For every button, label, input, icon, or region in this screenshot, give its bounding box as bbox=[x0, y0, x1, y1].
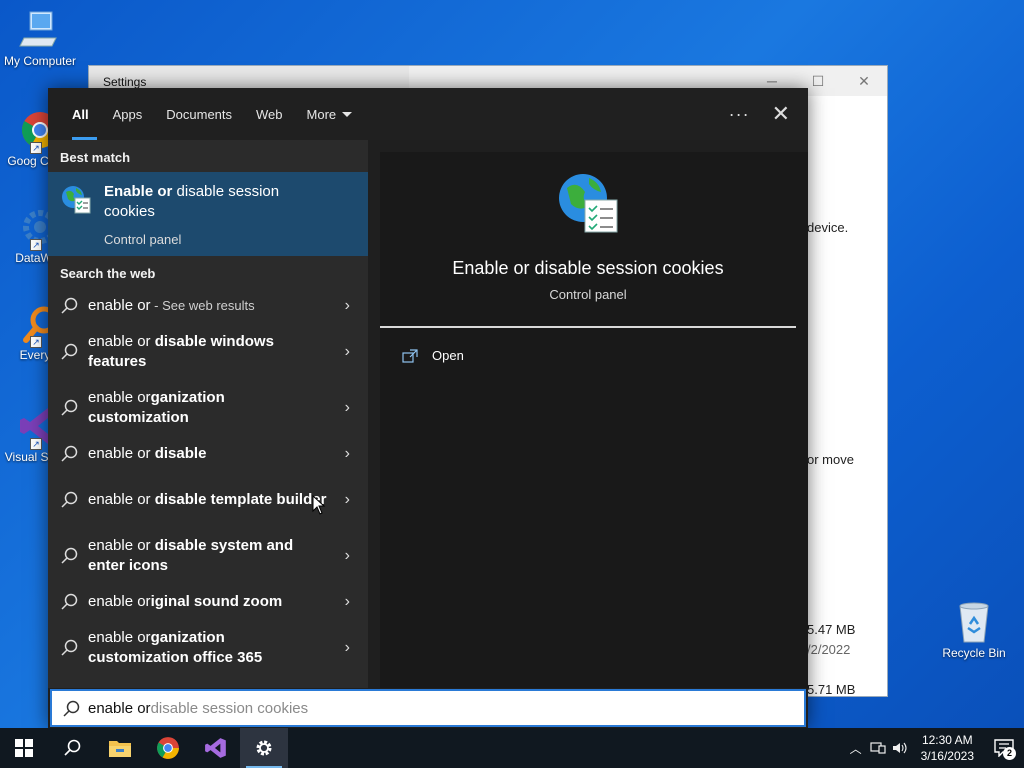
taskbar-search-button[interactable] bbox=[48, 728, 96, 768]
chrome-icon bbox=[157, 737, 179, 759]
tab-label: Documents bbox=[166, 106, 233, 122]
globe-checklist-icon bbox=[555, 170, 621, 236]
search-icon bbox=[64, 739, 81, 756]
open-label: Open bbox=[432, 348, 464, 363]
search-icon bbox=[60, 593, 78, 611]
computer-icon bbox=[18, 8, 62, 52]
chevron-right-icon: › bbox=[344, 445, 350, 462]
web-result[interactable]: enable original sound zoom › bbox=[48, 584, 368, 620]
chevron-right-icon: › bbox=[344, 491, 350, 508]
web-header: Search the web bbox=[60, 266, 156, 281]
ellipsis-icon[interactable]: ··· bbox=[729, 104, 750, 125]
chevron-right-icon: › bbox=[344, 593, 350, 610]
visual-studio-icon bbox=[205, 738, 226, 758]
search-icon bbox=[60, 639, 78, 657]
chevron-right-icon: › bbox=[344, 639, 350, 656]
notification-count-badge: 2 bbox=[1003, 747, 1016, 760]
search-tabs: All Apps Documents Web More ··· ✕ bbox=[48, 88, 808, 140]
settings-text-fragment: or move bbox=[807, 452, 854, 467]
settings-text-fragment: 5.47 MB bbox=[807, 622, 856, 637]
search-icon bbox=[60, 445, 78, 463]
web-result[interactable]: enable or - See web results › bbox=[48, 288, 368, 324]
open-icon bbox=[402, 348, 418, 363]
settings-icon bbox=[256, 740, 272, 756]
search-typed-text: enable or bbox=[88, 699, 151, 717]
results-list: Best match Enable or disable session coo… bbox=[48, 140, 368, 688]
detail-header: Enable or disable session cookies Contro… bbox=[380, 152, 796, 328]
start-icon bbox=[15, 739, 33, 757]
shortcut-arrow-icon: ↗ bbox=[30, 239, 42, 251]
shortcut-arrow-icon: ↗ bbox=[30, 142, 42, 154]
shortcut-arrow-icon: ↗ bbox=[30, 438, 42, 450]
system-tray: ︿ 12:30 AM 3/16/2023 2 bbox=[845, 728, 1024, 768]
best-match-title: Enable or disable session cookies bbox=[104, 183, 280, 220]
web-result[interactable]: enable or disable system and enter icons… bbox=[48, 528, 368, 584]
desktop-icon-my-computer[interactable]: My Computer bbox=[0, 8, 80, 68]
tab-label: More bbox=[306, 106, 337, 122]
recycle-bin-icon bbox=[952, 600, 996, 644]
detail-subtitle: Control panel bbox=[549, 287, 627, 302]
settings-text-fragment: device. bbox=[807, 220, 849, 235]
close-icon[interactable]: ✕ bbox=[772, 103, 790, 125]
chevron-right-icon: › bbox=[344, 297, 350, 314]
detail-title: Enable or disable session cookies bbox=[452, 258, 724, 278]
web-result[interactable]: enable organization customization › bbox=[48, 380, 368, 436]
chevron-up-icon[interactable]: ︿ bbox=[845, 728, 867, 768]
taskbar-settings[interactable] bbox=[240, 728, 288, 768]
network-icon[interactable] bbox=[867, 728, 889, 768]
web-result[interactable]: enable or disable › bbox=[48, 436, 368, 472]
search-icon bbox=[60, 547, 78, 565]
web-result[interactable]: enable or disable windows features › bbox=[48, 324, 368, 380]
best-match-item[interactable]: Enable or disable session cookies Contro… bbox=[48, 172, 368, 256]
close-icon[interactable]: ✕ bbox=[841, 66, 887, 96]
chevron-right-icon: › bbox=[344, 399, 350, 416]
result-detail-pane: Enable or disable session cookies Contro… bbox=[380, 152, 808, 688]
desktop-icon-label: My Computer bbox=[3, 54, 77, 68]
clock-time: 12:30 AM bbox=[921, 733, 973, 747]
taskbar: ︿ 12:30 AM 3/16/2023 2 bbox=[0, 728, 1024, 768]
tab-label: Web bbox=[256, 106, 283, 122]
settings-text-fragment: /2/2022 bbox=[807, 642, 851, 657]
file-explorer-icon bbox=[109, 741, 131, 757]
search-input[interactable]: enable or disable session cookies bbox=[50, 689, 806, 727]
taskbar-visual-studio[interactable] bbox=[192, 728, 240, 768]
web-result[interactable]: enable organization customization office… bbox=[48, 620, 368, 676]
search-icon bbox=[62, 700, 80, 718]
open-action[interactable]: Open bbox=[380, 328, 808, 363]
shortcut-arrow-icon: ↗ bbox=[30, 336, 42, 348]
best-match-subtitle: Control panel bbox=[104, 232, 182, 247]
clock-date: 3/16/2023 bbox=[920, 749, 974, 763]
search-icon bbox=[60, 343, 78, 361]
tab-more[interactable]: More bbox=[295, 88, 365, 140]
taskbar-chrome[interactable] bbox=[144, 728, 192, 768]
clock[interactable]: 12:30 AM 3/16/2023 bbox=[911, 732, 984, 764]
volume-icon[interactable] bbox=[889, 728, 911, 768]
settings-text-fragment: 5.71 MB bbox=[807, 682, 856, 697]
desktop-icon-label: Recycle Bin bbox=[942, 646, 1006, 660]
best-match-header: Best match bbox=[60, 150, 131, 165]
tab-web[interactable]: Web bbox=[244, 88, 295, 140]
tab-documents[interactable]: Documents bbox=[154, 88, 244, 140]
globe-checklist-icon bbox=[60, 184, 92, 216]
caret-down-icon bbox=[342, 111, 353, 117]
chevron-right-icon: › bbox=[344, 547, 350, 564]
mouse-cursor-icon bbox=[312, 495, 326, 515]
tab-label: All bbox=[72, 106, 89, 122]
desktop-icon-recycle-bin[interactable]: Recycle Bin bbox=[934, 600, 1014, 660]
search-icon bbox=[60, 297, 78, 315]
search-panel: All Apps Documents Web More ··· ✕ Best m… bbox=[48, 88, 808, 728]
chevron-right-icon: › bbox=[344, 343, 350, 360]
tab-apps[interactable]: Apps bbox=[101, 88, 155, 140]
start-button[interactable] bbox=[0, 728, 48, 768]
tab-label: Apps bbox=[112, 106, 143, 122]
action-center-button[interactable]: 2 bbox=[984, 728, 1024, 768]
search-icon bbox=[60, 491, 78, 509]
search-icon bbox=[60, 399, 78, 417]
tab-all[interactable]: All bbox=[60, 88, 101, 140]
taskbar-file-explorer[interactable] bbox=[96, 728, 144, 768]
search-suggestion-text: disable session cookies bbox=[150, 699, 309, 717]
